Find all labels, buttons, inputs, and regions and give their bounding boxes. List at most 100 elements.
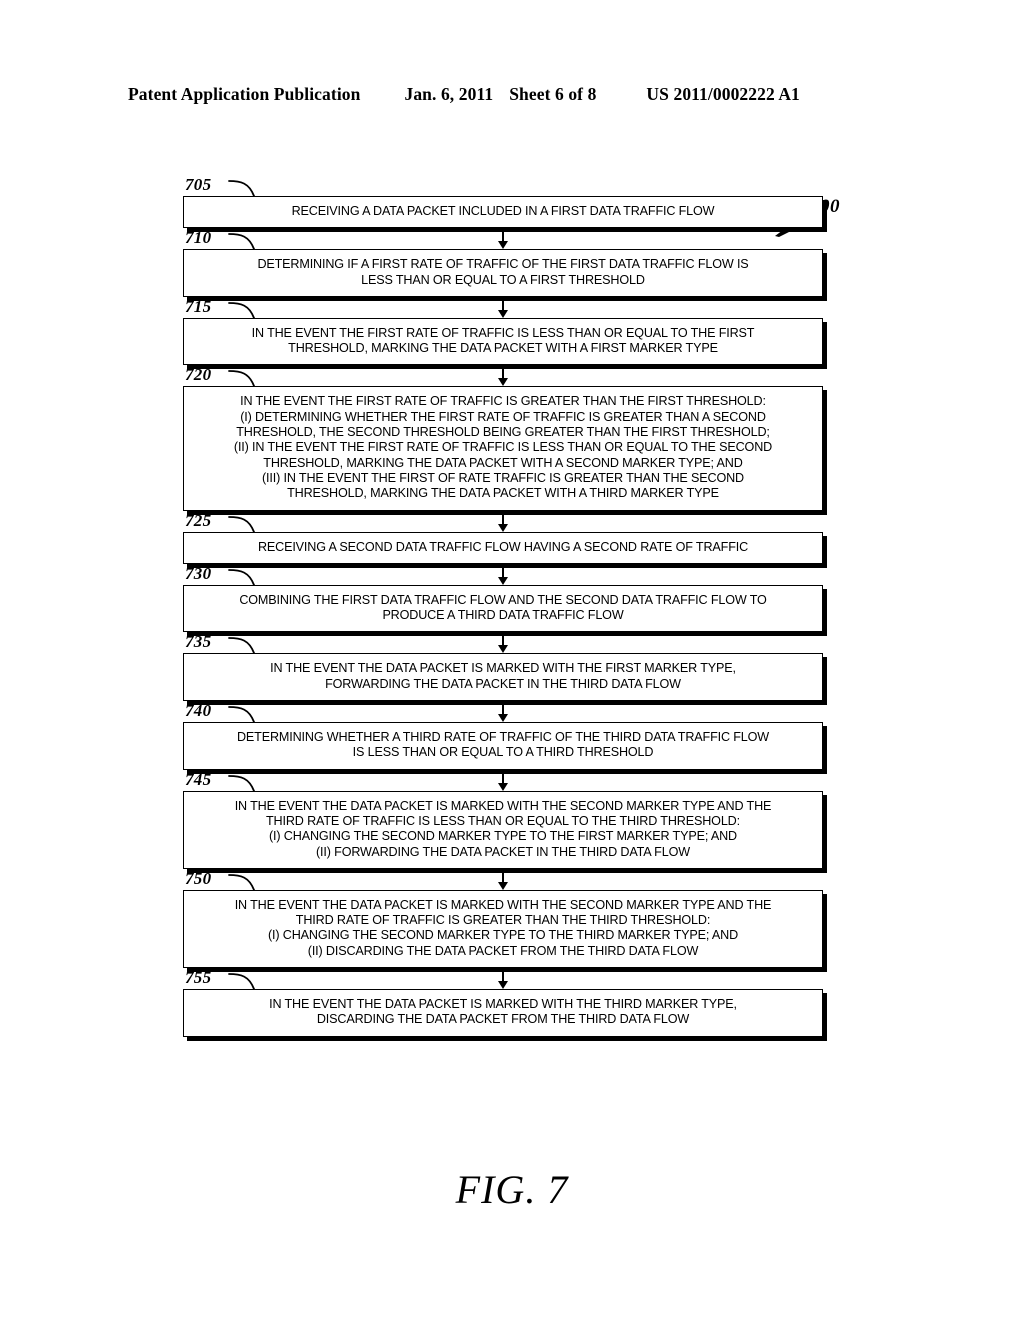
flow-connector-arrow-icon (183, 365, 823, 387)
step-reference-number: 720 (185, 365, 212, 385)
connector-arrowhead (498, 782, 508, 791)
flow-connector-arrow-icon (183, 868, 823, 890)
step-reference-number: 730 (185, 563, 212, 583)
flowchart-step-745: 745 IN THE EVENT THE DATA PACKET IS MARKE… (183, 770, 823, 869)
step-box[interactable]: IN THE EVENT THE DATA PACKET IS MARKED W… (183, 790, 823, 869)
flow-connector-arrow-icon (183, 563, 823, 585)
step-reference-number: 745 (185, 769, 212, 789)
step-text-line: THRESHOLD, MARKING THE DATA PACKET WITH … (263, 455, 743, 470)
step-box[interactable]: IN THE EVENT THE FIRST RATE OF TRAFFIC I… (183, 317, 823, 366)
step-box[interactable]: DETERMINING WHETHER A THIRD RATE OF TRAF… (183, 722, 823, 770)
step-text-line: RECEIVING A DATA PACKET INCLUDED IN A FI… (291, 204, 715, 218)
step-leader-hook-icon (227, 702, 261, 723)
step-text-line: IN THE EVENT THE DATA PACKET IS MARKED W… (269, 997, 737, 1012)
flowchart-step-715: 715 IN THE EVENT THE FIRST RATE OF TRAFFI… (183, 297, 823, 366)
connector-arrowhead (498, 881, 508, 890)
step-text-line: RECEIVING A SECOND DATA TRAFFIC FLOW HAV… (257, 539, 749, 554)
step-leader-hook-icon (227, 633, 261, 655)
step-text-line: DETERMINING WHETHER A THIRD RATE OF TRAF… (236, 730, 770, 745)
page-header: Patent Application Publication Jan. 6, 2… (128, 84, 896, 108)
step-text-line: IN THE EVENT THE FIRST RATE OF TRAFFIC I… (251, 325, 755, 340)
header-date: Jan. 6, 2011 (404, 84, 494, 104)
flowchart-step-755: 755 IN THE EVENT THE DATA PACKET IS MARKE… (183, 968, 823, 1037)
step-reference-number: 755 (185, 968, 212, 988)
step-text-line: THIRD RATE OF TRAFFIC IS GREATER THAN TH… (295, 913, 711, 928)
flow-connector-arrow-icon (183, 701, 823, 723)
step-text-line: THRESHOLD, MARKING THE DATA PACKET WITH … (287, 486, 719, 501)
connector-arrowhead (498, 241, 508, 250)
step-reference-number: 750 (185, 868, 212, 888)
step-reference-number: 735 (185, 632, 212, 652)
connector-arrowhead (498, 378, 508, 387)
step-leader-hook-icon (227, 771, 261, 792)
step-box[interactable]: IN THE EVENT THE DATA PACKET IS MARKED W… (183, 653, 823, 702)
flowchart-step-740: 740 DETERMINING WHETHER A THIRD RATE OF T… (183, 701, 823, 770)
step-box[interactable]: IN THE EVENT THE FIRST RATE OF TRAFFIC I… (183, 386, 823, 511)
connector-arrowhead (498, 714, 508, 723)
step-text-line: DETERMINING IF A FIRST RATE OF TRAFFIC O… (257, 257, 749, 272)
step-box[interactable]: RECEIVING A SECOND DATA TRAFFIC FLOW HAV… (183, 531, 823, 564)
flow-connector-arrow-icon (183, 968, 823, 990)
flow-connector-arrow-icon (183, 632, 823, 654)
header-publication-title: Patent Application Publication (128, 84, 361, 104)
step-leader-hook-icon (227, 969, 261, 990)
step-text-line: PRODUCE A THIRD DATA TRAFFIC FLOW (382, 608, 624, 623)
step-reference-number: 740 (185, 701, 212, 721)
step-leader-hook-icon (227, 176, 261, 197)
flowchart-step-720: 720 IN THE EVENT THE FIRST RATE OF TRAFFI… (183, 365, 823, 511)
flowchart-diagram: 700 705 RECEIVING A DATA PACKET INCLUDED … (183, 175, 840, 1161)
step-text-line: (II) DISCARDING THE DATA PACKET FROM THE… (307, 943, 699, 958)
step-leader-hook-icon (227, 298, 261, 319)
step-text-line: DISCARDING THE DATA PACKET FROM THE THIR… (316, 1012, 690, 1027)
step-text-line: (I) CHANGING THE SECOND MARKER TYPE TO T… (267, 928, 739, 943)
connector-arrowhead (498, 645, 508, 654)
step-reference-number: 705 (185, 175, 212, 194)
step-leader-hook-icon (227, 512, 261, 533)
step-text-line: IN THE EVENT THE DATA PACKET IS MARKED W… (234, 897, 772, 912)
step-text-line: IS LESS THAN OR EQUAL TO A THIRD THRESHO… (352, 745, 654, 760)
flowchart-step-735: 735 IN THE EVENT THE DATA PACKET IS MARKE… (183, 632, 823, 702)
step-text-line: (II) IN THE EVENT THE FIRST RATE OF TRAF… (233, 440, 773, 455)
flowchart-step-705: 705 RECEIVING A DATA PACKET INCLUDED IN A… (183, 175, 823, 229)
step-text-line: (I) DETERMINING WHETHER THE FIRST RATE O… (240, 409, 766, 424)
step-box[interactable]: COMBINING THE FIRST DATA TRAFFIC FLOW AN… (183, 584, 823, 633)
connector-arrowhead (498, 981, 508, 990)
step-box[interactable]: IN THE EVENT THE DATA PACKET IS MARKED W… (183, 889, 823, 969)
step-text-line: IN THE EVENT THE FIRST RATE OF TRAFFIC I… (240, 394, 766, 409)
flowchart-step-710: 710 DETERMINING IF A FIRST RATE OF TRAFFI… (183, 228, 823, 297)
step-leader-hook-icon (227, 870, 261, 891)
step-box[interactable]: RECEIVING A DATA PACKET INCLUDED IN A FI… (183, 196, 823, 229)
step-text-line: (I) CHANGING THE SECOND MARKER TYPE TO T… (269, 829, 737, 844)
flow-connector-arrow-icon (183, 228, 823, 250)
step-text-line: FORWARDING THE DATA PACKET IN THE THIRD … (325, 676, 681, 691)
step-leader-hook-icon (227, 366, 261, 388)
step-text-line: THRESHOLD, THE SECOND THRESHOLD BEING GR… (236, 425, 770, 440)
connector-arrowhead (498, 576, 508, 585)
step-text-line: THRESHOLD, MARKING THE DATA PACKET WITH … (288, 341, 718, 356)
flowchart-steps: 705 RECEIVING A DATA PACKET INCLUDED IN A… (183, 175, 828, 1037)
flowchart-step-725: 725 RECEIVING A SECOND DATA TRAFFIC FLOW … (183, 511, 823, 564)
flowchart-step-750: 750 IN THE EVENT THE DATA PACKET IS MARKE… (183, 869, 823, 969)
step-text-line: LESS THAN OR EQUAL TO A FIRST THRESHOLD (361, 272, 645, 287)
flowchart-step-730: 730 COMBINING THE FIRST DATA TRAFFIC FLOW… (183, 564, 823, 633)
flow-connector-arrow-icon (183, 296, 823, 318)
step-reference-number: 725 (185, 510, 212, 530)
connector-arrowhead (498, 523, 508, 532)
step-text-line: IN THE EVENT THE DATA PACKET IS MARKED W… (270, 661, 736, 676)
step-text-line: (III) IN THE EVENT THE FIRST OF RATE TRA… (262, 470, 744, 485)
step-text-line: THIRD RATE OF TRAFFIC IS LESS THAN OR EQ… (266, 813, 740, 828)
connector-arrowhead (498, 309, 508, 318)
flow-connector-arrow-icon (183, 769, 823, 791)
header-patent-number: US 2011/0002222 A1 (646, 84, 800, 104)
step-text-line: IN THE EVENT THE DATA PACKET IS MARKED W… (234, 798, 772, 813)
header-sheet-number: Sheet 6 of 8 (509, 84, 597, 104)
figure-caption: FIG. 7 (455, 1167, 569, 1212)
step-box[interactable]: IN THE EVENT THE DATA PACKET IS MARKED W… (183, 989, 823, 1037)
step-reference-number: 715 (185, 296, 212, 316)
step-leader-hook-icon (227, 229, 261, 251)
step-text-line: (II) FORWARDING THE DATA PACKET IN THE T… (316, 844, 690, 859)
step-box[interactable]: DETERMINING IF A FIRST RATE OF TRAFFIC O… (183, 249, 823, 297)
step-text-line: COMBINING THE FIRST DATA TRAFFIC FLOW AN… (239, 592, 767, 607)
flow-connector-arrow-icon (183, 510, 823, 532)
step-reference-number: 710 (185, 228, 212, 248)
